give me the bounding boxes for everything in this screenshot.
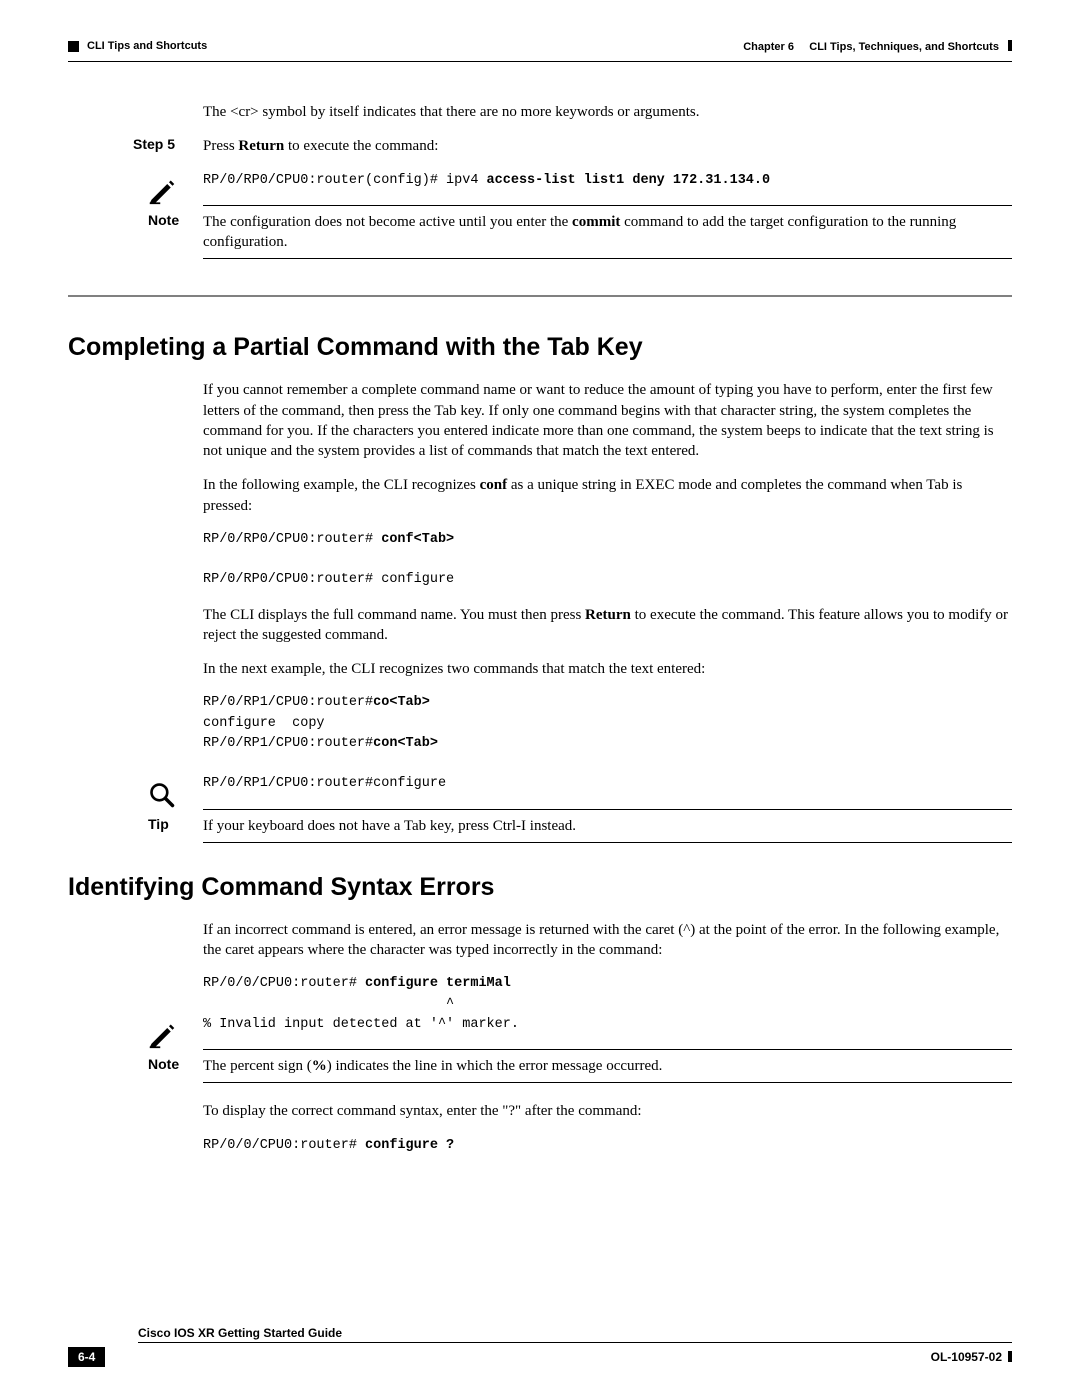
syntax-heading: Identifying Command Syntax Errors	[68, 873, 1012, 902]
header-right: Chapter 6 CLI Tips, Techniques, and Shor…	[743, 40, 1012, 55]
header-square-icon	[68, 41, 79, 52]
tab-para1: If you cannot remember a complete comman…	[203, 380, 1012, 461]
footer-bar-icon	[1008, 1351, 1012, 1362]
syntax-cli1: RP/0/0/CPU0:router# configure termiMal ^…	[203, 974, 1012, 1035]
note-block-1: Note The configuration does not become a…	[203, 205, 1012, 260]
page-header: CLI Tips and Shortcuts Chapter 6 CLI Tip…	[68, 40, 1012, 55]
magnifier-icon	[148, 781, 176, 814]
step5-text: Press Return to execute the command:	[203, 136, 1012, 156]
tab-para3: The CLI displays the full command name. …	[203, 605, 1012, 646]
intro-line: The <cr> symbol by itself indicates that…	[203, 102, 1012, 122]
header-bar-icon	[1008, 40, 1012, 51]
tab-para4: In the next example, the CLI recognizes …	[203, 659, 1012, 679]
header-rule	[68, 61, 1012, 62]
footer-page-num: 6-4	[68, 1347, 105, 1367]
page-footer: Cisco IOS XR Getting Started Guide 6-4 O…	[68, 1326, 1012, 1367]
footer-doc-id: OL-10957-02	[931, 1350, 1012, 1364]
syntax-para2: To display the correct command syntax, e…	[203, 1101, 1012, 1121]
tab-section: Completing a Partial Command with the Ta…	[68, 295, 1012, 843]
note-text-1: The configuration does not become active…	[203, 212, 1012, 253]
tab-cli2: RP/0/RP1/CPU0:router#co<Tab> configure c…	[203, 693, 1012, 794]
header-chapter-label: Chapter 6	[743, 41, 794, 53]
header-chapter-title: CLI Tips, Techniques, and Shortcuts	[809, 41, 999, 53]
header-left: CLI Tips and Shortcuts	[68, 40, 207, 52]
pencil-icon	[148, 177, 176, 210]
tab-heading: Completing a Partial Command with the Ta…	[68, 333, 1012, 362]
tip-label-1: Tip	[148, 816, 169, 832]
step5-cli: RP/0/RP0/CPU0:router(config)# ipv4 acces…	[203, 171, 1012, 191]
note-label-1: Note	[148, 212, 179, 228]
pencil-icon	[148, 1021, 176, 1054]
tip-text-1: If your keyboard does not have a Tab key…	[203, 816, 576, 836]
top-block: The <cr> symbol by itself indicates that…	[203, 102, 1012, 259]
note-text-2: The percent sign (%) indicates the line …	[203, 1056, 662, 1076]
header-section-title: CLI Tips and Shortcuts	[87, 40, 207, 52]
syntax-section: Identifying Command Syntax Errors If an …	[68, 873, 1012, 1156]
syntax-para1: If an incorrect command is entered, an e…	[203, 920, 1012, 961]
tip-block-1: Tip If your keyboard does not have a Tab…	[203, 809, 1012, 843]
note-block-2: Note The percent sign (%) indicates the …	[203, 1049, 1012, 1083]
tab-cli1: RP/0/RP0/CPU0:router# conf<Tab> RP/0/RP0…	[203, 530, 1012, 591]
step5-label: Step 5	[133, 136, 175, 152]
note-label-2: Note	[148, 1056, 179, 1072]
step5-row: Step 5 Press Return to execute the comma…	[203, 136, 1012, 156]
syntax-cli2: RP/0/0/CPU0:router# configure ?	[203, 1136, 1012, 1156]
tab-para2: In the following example, the CLI recogn…	[203, 475, 1012, 516]
footer-doc-title: Cisco IOS XR Getting Started Guide	[138, 1326, 1012, 1343]
